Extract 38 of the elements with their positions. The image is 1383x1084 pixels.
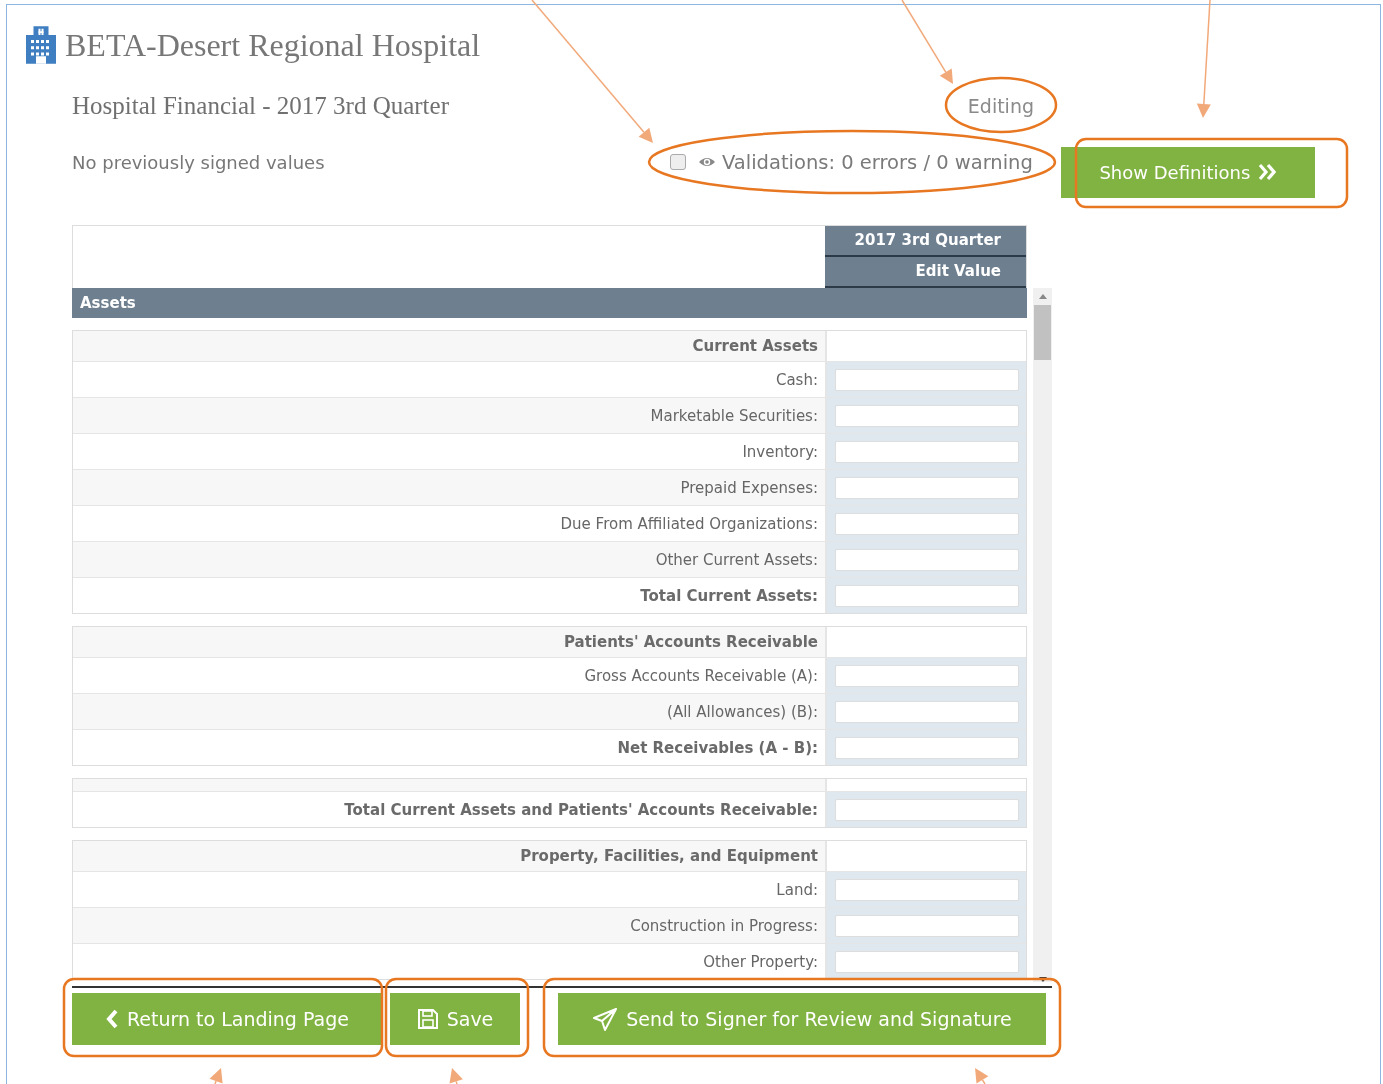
signed-note: No previously signed values <box>72 151 326 173</box>
value-input[interactable] <box>835 664 1019 687</box>
value-input[interactable] <box>835 736 1019 759</box>
section-header: Assets <box>72 288 1027 318</box>
value-input[interactable] <box>835 798 1019 821</box>
action-button[interactable]: Save <box>390 993 520 1045</box>
action-button[interactable]: Send to Signer for Review and Signature <box>558 993 1046 1045</box>
value-input[interactable] <box>835 950 1019 973</box>
validations-checkbox[interactable] <box>670 154 686 170</box>
value-input[interactable] <box>835 914 1019 937</box>
double-chevron-icon <box>1258 163 1277 181</box>
value-input[interactable] <box>835 548 1019 571</box>
hospital-icon <box>24 25 58 65</box>
scrollbar[interactable] <box>1033 288 1052 982</box>
annotation-arrow <box>449 1068 463 1084</box>
value-input[interactable] <box>835 404 1019 427</box>
value-input[interactable] <box>835 476 1019 499</box>
value-input[interactable] <box>835 440 1019 463</box>
show-definitions-button[interactable]: Show Definitions <box>1060 146 1315 198</box>
validations-summary: Validations: 0 errors / 0 warning <box>722 150 1033 174</box>
annotation-arrow <box>209 1068 223 1084</box>
hospital-name: BETA-Desert Regional Hospital <box>65 26 481 64</box>
scroll-thumb[interactable] <box>1034 305 1051 360</box>
column-header: Edit Value <box>825 257 1026 288</box>
scroll-up-icon[interactable] <box>1038 294 1047 299</box>
action-button[interactable]: Return to Landing Page <box>72 993 382 1045</box>
report-title: Hospital Financial - 2017 3rd Quarter <box>72 92 449 120</box>
status-label: Editing <box>967 95 1034 117</box>
value-input[interactable] <box>835 878 1019 901</box>
column-header: 2017 3rd Quarter <box>825 226 1026 257</box>
value-input[interactable] <box>835 700 1019 723</box>
annotation-arrow <box>975 1068 989 1084</box>
eye-icon <box>698 155 716 169</box>
value-input[interactable] <box>835 584 1019 607</box>
value-input[interactable] <box>835 512 1019 535</box>
chevron-left-icon <box>105 1009 119 1029</box>
value-input[interactable] <box>835 368 1019 391</box>
paper-plane-icon <box>592 1006 619 1032</box>
